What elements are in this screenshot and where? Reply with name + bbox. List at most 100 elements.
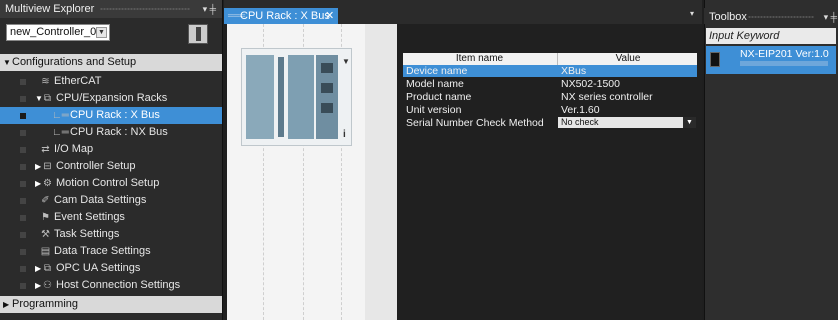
tree-item-label: Controller Setup [56,160,136,172]
tree-item[interactable]: ⚑ Event Settings [0,209,222,226]
tree-marker [20,130,26,136]
tree-item[interactable]: ▶ Programming [0,296,222,313]
tree-item-icon: ⚑ [41,212,50,223]
tree-item-icon: ✐ [41,195,50,206]
tree-marker [20,79,26,85]
collapse-icon[interactable]: ▶ [35,260,41,277]
tree-item[interactable]: ▶ ⊟ Controller Setup [0,158,222,175]
tree-item-icon: ⚙ [43,178,52,189]
collapse-icon[interactable]: ▶ [35,277,41,294]
info-icon[interactable]: i [343,129,346,140]
property-value: XBus [561,65,587,77]
property-key: Unit version [406,104,462,116]
cpu-unit-image[interactable]: ▼ i [241,48,352,146]
port-icon [321,63,333,73]
toolbox-title: Toolbox [709,11,747,23]
toolbox-item-label: NX-EIP201 Ver:1.0 [740,48,829,60]
tree-item-icon: ⊟ [43,161,52,172]
tree-item-icon: ▤ [40,246,51,257]
tree-item[interactable]: ⚒ Task Settings [0,226,222,243]
tree-item[interactable]: ∟═ CPU Rack : X Bus [0,107,222,124]
controller-icon[interactable] [188,24,208,44]
unit-menu-icon[interactable]: ▼ [342,57,350,66]
serial-check-value: No check [561,117,599,127]
tree-item-label: Cam Data Settings [54,194,147,206]
tree-marker [20,113,26,119]
tree-item[interactable]: ▶ ⚙ Motion Control Setup [0,175,222,192]
tree-item[interactable]: ▼ Configurations and Setup [0,54,222,71]
property-value: Ver.1.60 [561,104,600,116]
tab-cpu-rack-x-bus[interactable]: ═══ CPU Rack : X Bus ✕ [224,8,338,24]
controller-select-value: new_Controller_0 [10,26,97,38]
tree-item[interactable]: ≋ EtherCAT [0,73,222,90]
tree-item-icon: ⚇ [43,280,52,291]
chevron-down-icon[interactable]: ▼ [96,27,107,38]
toolbox-item-description [740,61,828,66]
toolbox-title-bar: Toolbox ▾ ╪ [704,8,838,24]
tree-item-icon: ⚒ [41,229,50,240]
properties-header: Item name Value [403,53,697,65]
tree-item-label: CPU Rack : X Bus [70,109,160,121]
tree-item-icon: ⧉ [43,263,52,274]
tree-marker [20,215,26,221]
tree-item[interactable]: ⇄ I/O Map [0,141,222,158]
tree-item-label: Host Connection Settings [56,279,181,291]
tree-item[interactable]: ▶ ⧉ OPC UA Settings [0,260,222,277]
unit-body [288,55,314,139]
tree-item[interactable]: ✐ Cam Data Settings [0,192,222,209]
close-icon[interactable]: ✕ [325,8,334,24]
tree-item-label: EtherCAT [54,75,102,87]
tree-item-label: Configurations and Setup [12,56,137,68]
tree-item-label: I/O Map [54,143,94,155]
collapse-icon[interactable]: ▶ [35,158,41,175]
property-value: NX502-1500 [561,78,620,90]
property-key: Model name [406,78,464,90]
tab-label: CPU Rack : X Bus [240,10,330,22]
property-value: NX series controller [561,91,653,103]
toolbox-search-input[interactable]: Input Keyword [706,28,836,44]
property-row[interactable]: Device name XBus [403,65,697,77]
expand-icon[interactable]: ▼ [3,54,11,71]
title-grip [748,16,814,18]
tab-menu-icon[interactable]: ▾ [690,9,694,18]
property-key: Serial Number Check Method [406,117,544,129]
tree-item-icon: ≋ [41,76,50,87]
port-icon [321,103,333,113]
tree-marker [20,232,26,238]
pin-icon[interactable]: ▾ ╪ [203,0,216,18]
tree-item[interactable]: ▶ ⚇ Host Connection Settings [0,277,222,294]
property-row[interactable]: Unit version Ver.1.60 [403,104,697,116]
pin-icon[interactable]: ▾ ╪ [824,8,837,26]
tree-item-label: OPC UA Settings [56,262,141,274]
toolbox-item-nx-eip201[interactable]: NX-EIP201 Ver:1.0 [706,46,836,74]
tree-item-label: Data Trace Settings [54,245,151,257]
col-value: Value [557,53,698,65]
tree-marker [20,147,26,153]
property-row[interactable]: Product name NX series controller [403,91,697,103]
collapse-icon[interactable]: ▶ [3,296,9,313]
tree-item-label: CPU/Expansion Racks [56,92,168,104]
canvas-margin [365,24,397,320]
tree-item[interactable]: ▤ Data Trace Settings [0,243,222,260]
title-grip [100,8,190,10]
controller-select[interactable]: new_Controller_0 ▼ [6,24,110,41]
tree-item-label: CPU Rack : NX Bus [70,126,168,138]
tree-marker [20,249,26,255]
multiview-explorer-title-bar: Multiview Explorer ▾ ╪ [0,0,222,18]
unit-slot [278,57,284,137]
tree-item[interactable]: ∟═ CPU Rack : NX Bus [0,124,222,141]
serial-check-select[interactable]: No check ▼ [558,117,696,128]
port-icon [321,83,333,93]
tree-item-label: Programming [12,298,79,310]
property-row[interactable]: Model name NX502-1500 [403,78,697,90]
tree-marker [20,181,26,187]
tree-marker [20,283,26,289]
collapse-icon[interactable]: ▶ [35,175,41,192]
panel-title: Multiview Explorer [5,3,95,15]
tree-item[interactable]: ▼ ⧉ CPU/Expansion Racks [0,90,222,107]
tree-item-icon: ∟═ [52,127,69,138]
tree-item-label: Motion Control Setup [56,177,160,189]
tree-marker [20,198,26,204]
property-key: Device name [406,65,468,77]
chevron-down-icon[interactable]: ▼ [683,117,696,128]
